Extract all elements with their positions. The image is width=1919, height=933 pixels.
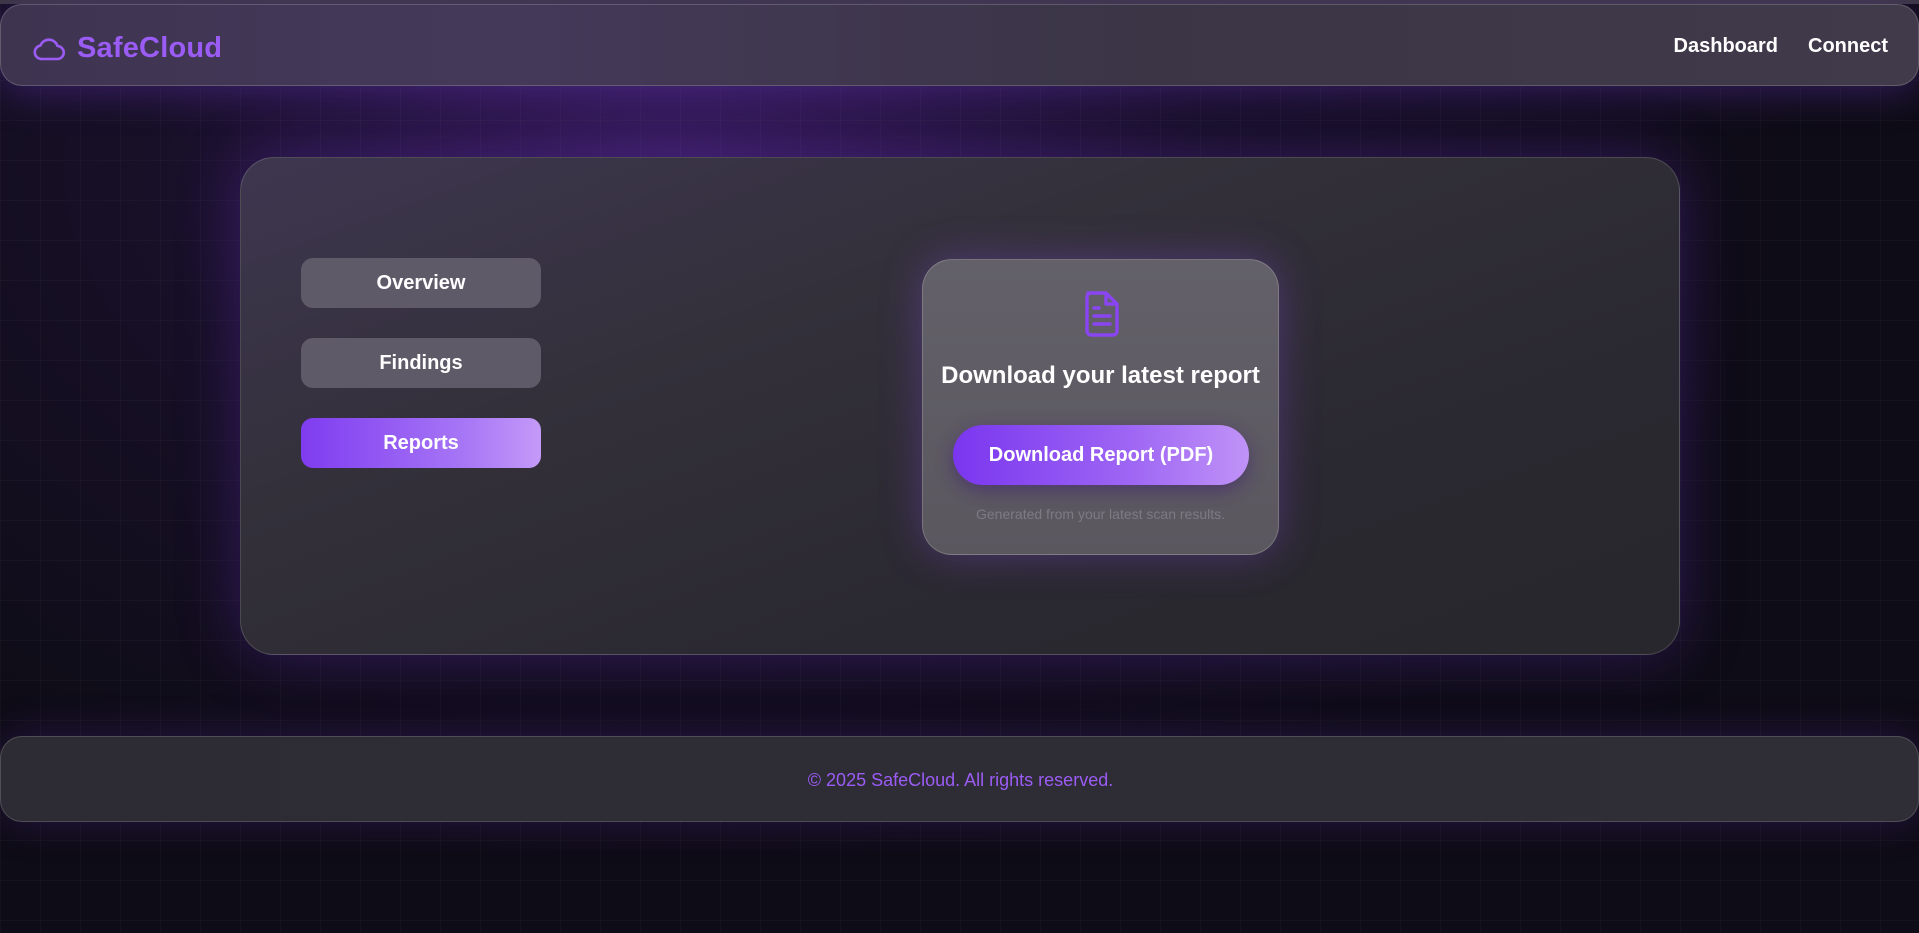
footer-copyright: © 2025 SafeCloud. All rights reserved. [807, 770, 1114, 790]
download-report-button[interactable]: Download Report (PDF) [953, 425, 1249, 485]
report-card: Download your latest report Download Rep… [922, 259, 1279, 555]
footer: © 2025 SafeCloud. All rights reserved. [0, 736, 1919, 822]
nav-link-connect[interactable]: Connect [1808, 35, 1888, 58]
brand-name: SafeCloud [77, 32, 223, 64]
navbar: SafeCloud Dashboard Connect [0, 4, 1919, 86]
tab-reports[interactable]: Reports [301, 418, 541, 468]
tab-overview[interactable]: Overview [301, 258, 541, 308]
report-note: Generated from your latest scan results. [976, 506, 1225, 522]
document-icon [1085, 291, 1119, 337]
tab-findings[interactable]: Findings [301, 338, 541, 388]
sidebar-tabs: Overview Findings Reports [301, 258, 541, 468]
report-title: Download your latest report [941, 362, 1260, 389]
nav-link-dashboard[interactable]: Dashboard [1674, 35, 1778, 58]
brand[interactable]: SafeCloud [33, 32, 222, 65]
cloud-icon [33, 37, 65, 60]
nav-links: Dashboard Connect [1674, 35, 1888, 58]
main-panel: Overview Findings Reports Download your … [240, 157, 1680, 655]
